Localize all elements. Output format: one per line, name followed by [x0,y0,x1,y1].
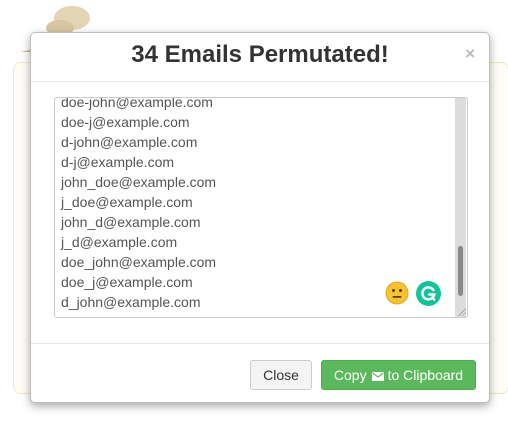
dialog-title: 34 Emails Permutated! [131,41,389,68]
clipboard-label: to Clipboard [387,367,464,383]
close-button[interactable]: Close [250,360,312,390]
copy-to-clipboard-button[interactable]: Copy to Clipboard [321,360,476,390]
email-line: j_d@example.com [61,234,178,250]
email-line: doe-j@example.com [61,114,190,130]
textarea-scrollbar[interactable] [455,98,466,317]
email-list: doe-john@example.com doe-j@example.com d… [61,97,217,312]
email-line: d-john@example.com [61,134,198,150]
envelope-icon [371,371,384,381]
emails-textarea[interactable]: doe-john@example.com doe-j@example.com d… [54,97,468,318]
dialog-header: 34 Emails Permutated! × [31,33,489,82]
email-line: doe-john@example.com [61,97,213,110]
email-line: d-j@example.com [61,154,175,170]
close-icon[interactable]: × [465,44,475,64]
email-permutation-dialog: 34 Emails Permutated! × doe-john@example… [30,32,490,403]
email-line: j_doe@example.com [61,194,193,210]
emoji-neutral-icon[interactable] [385,281,409,305]
email-line: john_d@example.com [61,214,201,230]
email-line: doe_john@example.com [61,254,217,270]
copy-label: Copy [333,367,367,383]
resize-handle-icon[interactable] [458,308,466,316]
grammarly-icon[interactable] [416,281,441,306]
email-line: d_john@example.com [61,294,201,310]
dialog-footer: Close Copy to Clipboard [31,343,489,402]
email-line: doe_j@example.com [61,274,193,290]
scrollbar-thumb[interactable] [458,246,463,296]
email-line: john_doe@example.com [61,174,217,190]
